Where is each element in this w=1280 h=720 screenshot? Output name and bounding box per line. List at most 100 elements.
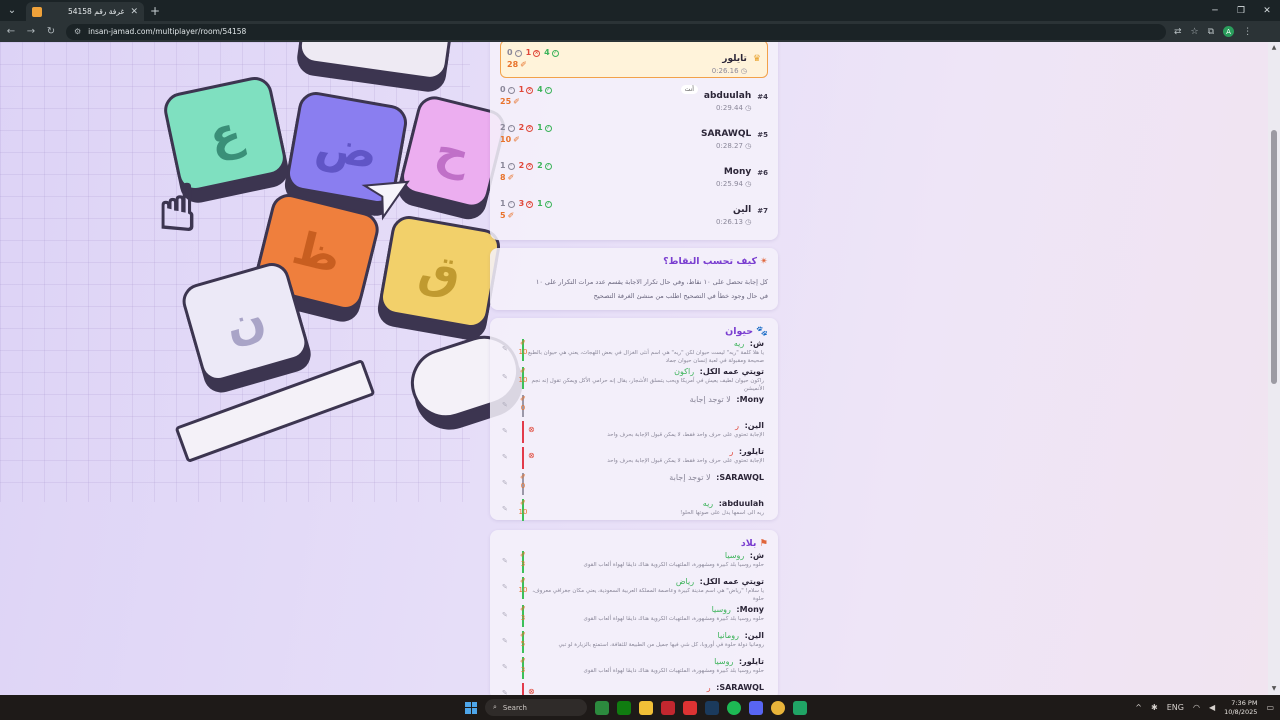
points-icon: ✐ <box>520 367 526 375</box>
player-rank: #5 <box>757 131 768 139</box>
answer-explanation: يا هلا كلمة "ريه" ليست حيوان لكن "ريه" ه… <box>527 350 764 364</box>
answer-line: abduulah: ريه <box>500 499 764 508</box>
answer-score: ✐ 3 <box>520 551 526 568</box>
app-green-icon[interactable] <box>793 700 807 715</box>
answer-player: تويتي عمه الكل: <box>699 367 764 376</box>
discord-icon[interactable] <box>749 700 763 715</box>
status-bar <box>522 683 524 695</box>
answer-explanation: رومانيا دولة حلوة في أوروبا، كل شي فيها … <box>558 642 764 648</box>
edit-icon[interactable]: ✎ <box>502 505 508 513</box>
notification-icon[interactable]: ▭ <box>1266 703 1274 712</box>
keyboard-illustration: ع ض ح ظ ق ن ➤ ☝ <box>0 42 540 512</box>
answer-explanation: حلوه روسيا بلد كبيرة ومشهورة، الملتهبات … <box>583 668 764 674</box>
windows-start-icon[interactable] <box>465 701 477 714</box>
skip-icon: · <box>507 162 515 170</box>
player-stats: 0 · 1 × 4 ✓ 25 ✐ <box>500 78 552 108</box>
minimize-icon[interactable]: ─ <box>1202 0 1228 21</box>
edit-icon[interactable]: ✎ <box>502 427 508 435</box>
maximize-icon[interactable]: ❐ <box>1228 0 1254 21</box>
answer-player: الين: <box>744 631 764 640</box>
scroll-up-icon[interactable]: ▲ <box>1270 44 1278 52</box>
edit-icon[interactable]: ✎ <box>502 345 508 353</box>
points-icon: ✐ <box>520 551 526 559</box>
player-time: 0:26.16 ◷ <box>711 67 747 75</box>
correct-icon: ✓ <box>544 162 552 170</box>
back-icon[interactable]: ← <box>2 23 20 41</box>
answer-player: تايلور: <box>738 657 764 666</box>
points-icon: ✐ <box>520 339 526 347</box>
points-icon: ✐ <box>520 605 526 613</box>
profile-avatar[interactable]: A <box>1223 26 1235 37</box>
answer-line: تويتي عمه الكل: راكون <box>500 367 764 376</box>
scroll-thumb[interactable] <box>1271 130 1277 384</box>
edit-icon[interactable]: ✎ <box>502 453 508 461</box>
answer-line: ش: روسيا <box>500 551 764 560</box>
menu-icon[interactable]: ⋮ <box>1243 27 1252 37</box>
answer-word: ر <box>735 421 740 430</box>
xbox-icon[interactable] <box>617 700 631 715</box>
player-stats: 0 · 1 × 4 ✓ 28 ✐ <box>507 42 559 71</box>
clock[interactable]: 7:36 PM 10/8/2025 <box>1224 699 1257 717</box>
close-tab-icon[interactable]: ✕ <box>130 7 138 17</box>
wifi-icon[interactable]: ◠ <box>1193 703 1200 712</box>
taskbar-search[interactable]: ⌕ Search <box>485 699 587 716</box>
points-icon: ✐ <box>507 173 515 182</box>
address-bar[interactable]: ⚙ insan-jamad.com/multiplayer/room/54158 <box>66 23 1166 40</box>
answer-explanation: راكون حيوان لطيف يعيش في أمريكا ويحب يتس… <box>531 378 764 392</box>
player-name: SARAWQL <box>700 129 752 139</box>
tab-search-icon[interactable]: ⌄ <box>4 3 20 19</box>
favicon-icon <box>32 6 42 17</box>
answer-word: راكون <box>674 367 695 376</box>
app-icon[interactable] <box>595 700 609 715</box>
players-ranking: 0 · 1 × 4 ✓ 28 ✐ تايلور 0:26.16 ◷ ♛ 0 · 1 × 4 ✓… <box>490 42 778 240</box>
answer-word: ر <box>706 683 711 692</box>
player-rank: #7 <box>757 207 768 215</box>
status-bar <box>522 421 524 443</box>
new-tab-icon[interactable]: + <box>150 4 160 18</box>
chrome-icon[interactable] <box>771 700 785 715</box>
edit-icon[interactable]: ✎ <box>502 663 508 671</box>
site-info-icon[interactable]: ⚙ <box>74 27 81 36</box>
edit-icon[interactable]: ✎ <box>502 611 508 619</box>
extensions-icon[interactable]: ⧉ <box>1208 27 1214 37</box>
clock-time: 7:36 PM <box>1231 698 1258 707</box>
reload-icon[interactable]: ↻ <box>42 23 60 41</box>
answer-line: Mony: روسيا <box>500 605 764 614</box>
forward-icon[interactable]: → <box>22 23 40 41</box>
language-indicator[interactable]: ENG <box>1167 703 1184 712</box>
edit-icon[interactable]: ✎ <box>502 557 508 565</box>
edit-icon[interactable]: ✎ <box>502 583 508 591</box>
file-explorer-icon[interactable] <box>639 700 653 715</box>
correct-count: 4 ✓ <box>544 48 559 57</box>
player-info: Mony 0:25.94 ◷ #6 <box>716 154 768 188</box>
browser-tab[interactable]: غرفة رقم 54158 ✕ <box>26 2 144 21</box>
volume-icon[interactable]: ◀ <box>1209 703 1215 712</box>
edit-icon[interactable]: ✎ <box>502 401 508 409</box>
page-scrollbar[interactable]: ▲ ▼ <box>1268 42 1280 695</box>
edit-icon[interactable]: ✎ <box>502 479 508 487</box>
answer-item: ✎ ✐ 5 الين: رومانيا رومانيا دولة حلوة في … <box>500 631 768 655</box>
clock-date: 10/8/2025 <box>1224 707 1258 716</box>
translate-icon[interactable]: ⇄ <box>1174 27 1182 37</box>
edit-icon[interactable]: ✎ <box>502 373 508 381</box>
answer-explanation: الإجابة تحتوي على حرف واحد فقط، لا يمكن … <box>607 432 764 438</box>
tray-chevron-icon[interactable]: ^ <box>1135 703 1142 712</box>
spotify-icon[interactable] <box>727 700 741 715</box>
bookmark-star-icon[interactable]: ☆ <box>1191 27 1199 37</box>
points-total: 5 ✐ <box>500 211 515 220</box>
player-info: الين 0:26.13 ◷ #7 <box>716 192 768 226</box>
correct-count: 4 ✓ <box>537 85 552 94</box>
bluetooth-icon[interactable]: ✱ <box>1151 703 1158 712</box>
search-placeholder: Search <box>502 703 527 712</box>
howto-title: ✴كيف تحسب النقاط؟ <box>663 256 768 267</box>
answer-item: ✎ ✐ 0 SARAWQL: لا توجد إجابة <box>500 473 768 497</box>
scroll-down-icon[interactable]: ▼ <box>1270 685 1278 693</box>
steam-icon[interactable] <box>705 700 719 715</box>
answer-word: ريه <box>733 339 745 348</box>
close-window-icon[interactable]: ✕ <box>1254 0 1280 21</box>
player-info: تايلور 0:26.16 ◷ ♛ <box>712 42 761 75</box>
app-red-icon[interactable] <box>683 700 697 715</box>
edit-icon[interactable]: ✎ <box>502 637 508 645</box>
opera-icon[interactable] <box>661 700 675 715</box>
correct-icon: ✓ <box>544 86 552 94</box>
